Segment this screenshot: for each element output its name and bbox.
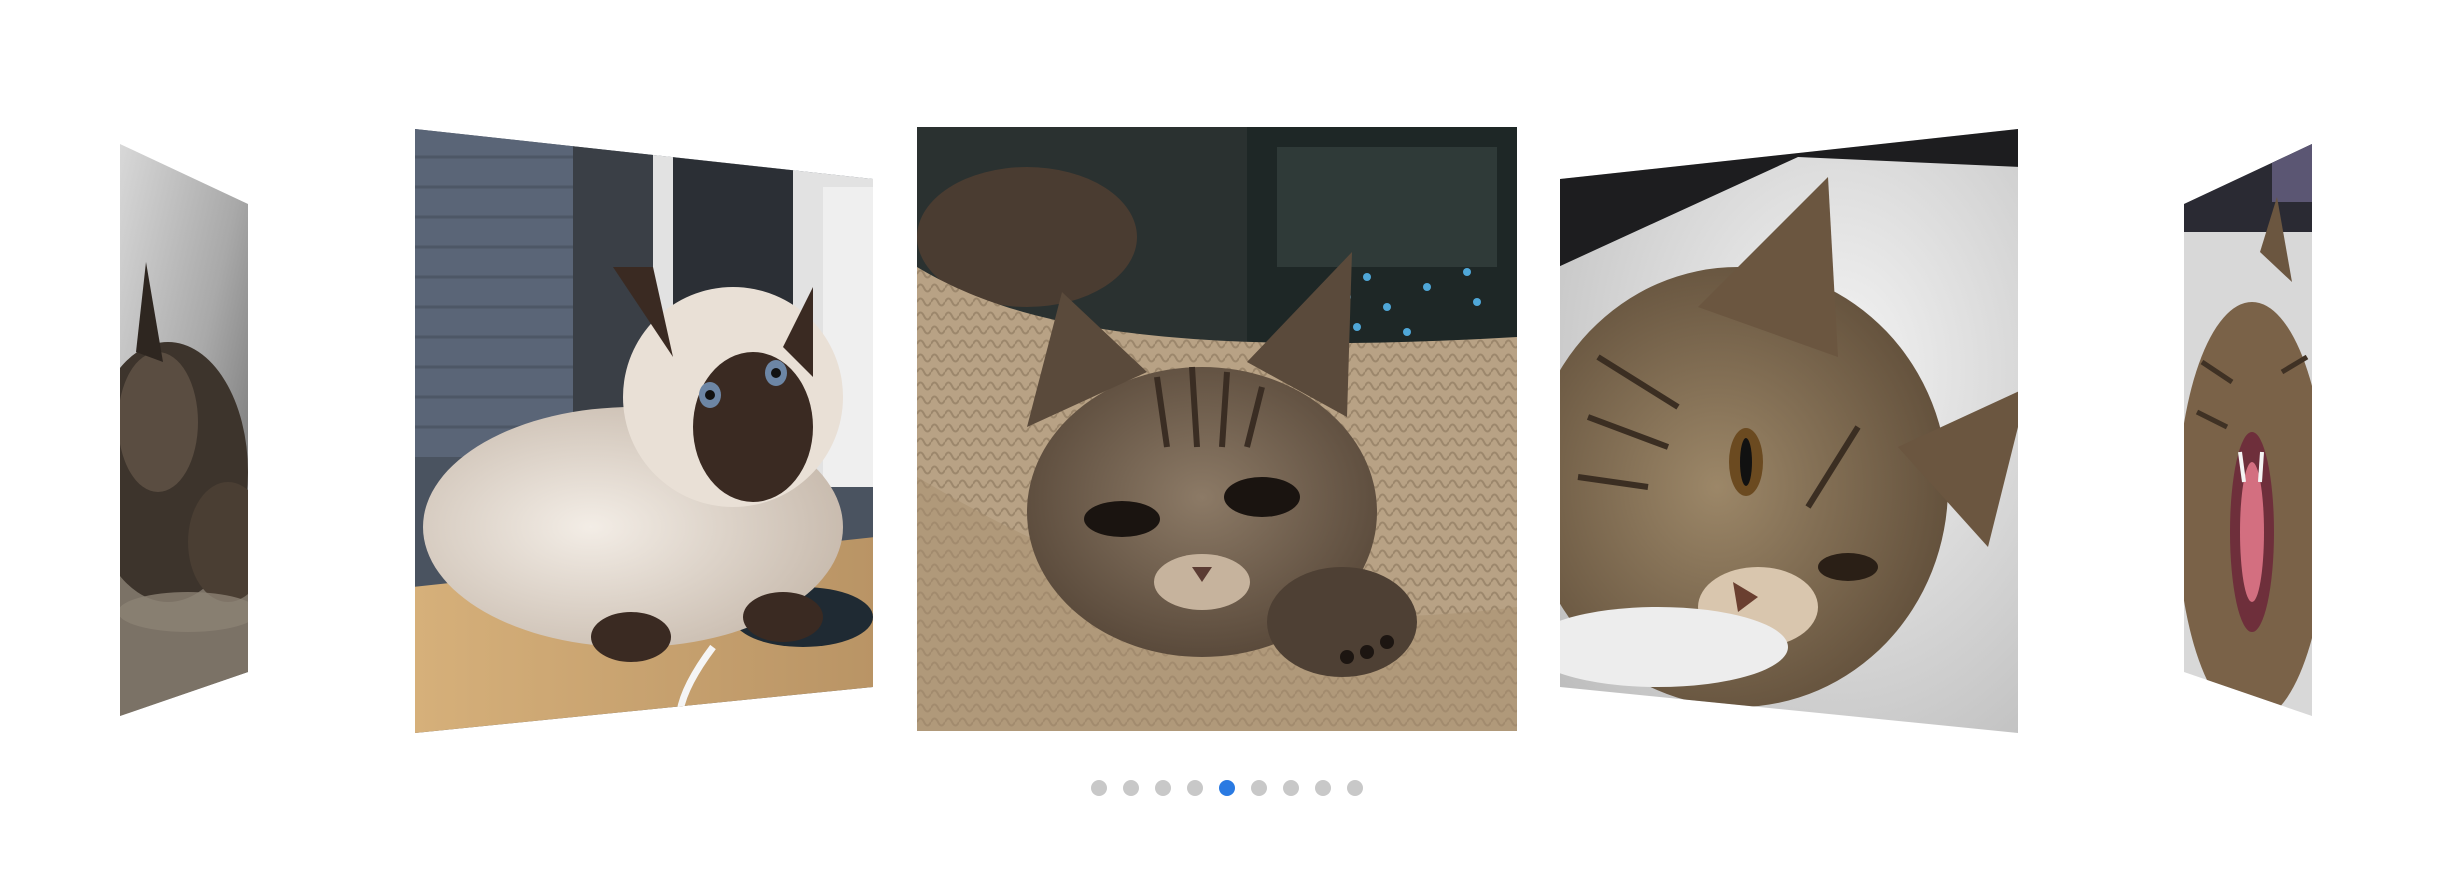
slide-left[interactable] bbox=[413, 127, 875, 735]
slide-image-tabby-cat-on-knit-blanket bbox=[917, 127, 1517, 731]
slide-center-active[interactable] bbox=[917, 127, 1517, 731]
pagination-dot[interactable] bbox=[1251, 780, 1267, 796]
pagination-dot[interactable] bbox=[1091, 780, 1107, 796]
slide-image-tabby-cat-lying-on-fur bbox=[1560, 129, 2018, 733]
coverflow-carousel bbox=[0, 0, 2454, 892]
pagination-dots bbox=[0, 780, 2454, 796]
pagination-dot-active[interactable] bbox=[1219, 780, 1235, 796]
slide-far-right[interactable] bbox=[2182, 142, 2314, 718]
pagination-dot[interactable] bbox=[1155, 780, 1171, 796]
slide-image-ragdoll-cat-on-desk bbox=[415, 129, 873, 733]
pagination-dot[interactable] bbox=[1283, 780, 1299, 796]
pagination-dot[interactable] bbox=[1347, 780, 1363, 796]
pagination-dot[interactable] bbox=[1123, 780, 1139, 796]
pagination-dot[interactable] bbox=[1187, 780, 1203, 796]
slide-right[interactable] bbox=[1558, 127, 2020, 735]
slide-image-tabby-cat-sleeping bbox=[120, 144, 248, 716]
slide-far-left[interactable] bbox=[118, 142, 250, 718]
slide-image-tabby-cat-yawning bbox=[2184, 144, 2312, 716]
pagination-dot[interactable] bbox=[1315, 780, 1331, 796]
